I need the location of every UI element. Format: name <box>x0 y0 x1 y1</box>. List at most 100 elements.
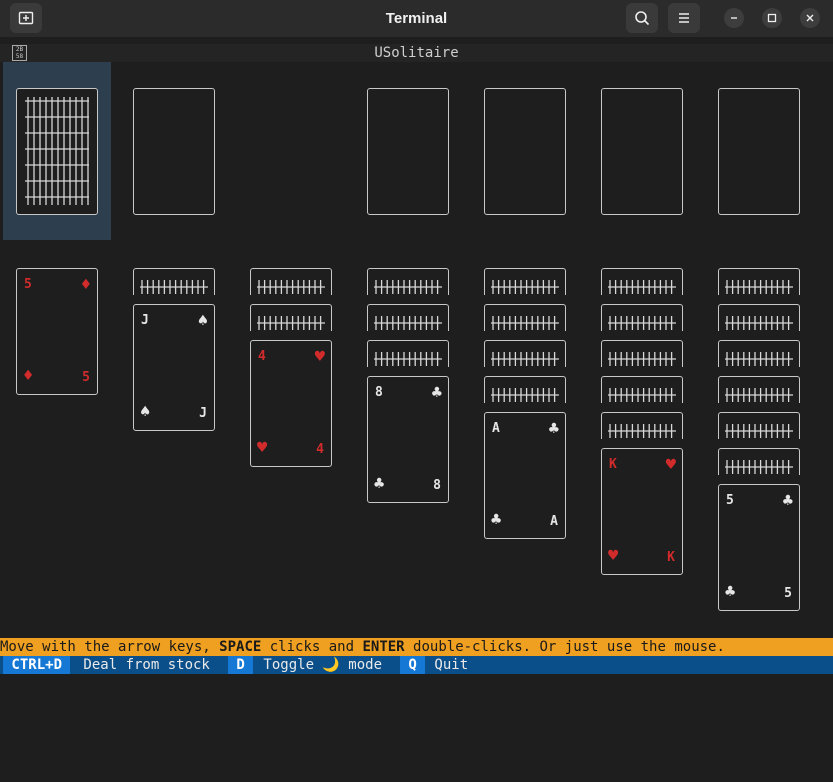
card-back-pattern <box>491 316 559 330</box>
close-button[interactable] <box>800 8 820 28</box>
face-down-card[interactable] <box>484 268 566 295</box>
card-back-pattern <box>725 316 793 330</box>
maximize-icon <box>767 13 777 23</box>
foundation-1[interactable] <box>367 88 449 215</box>
tableau-card-3[interactable]: 4 ♥ ♥ 4 <box>250 340 332 467</box>
hint-text-3: double-clicks. Or just use the mouse. <box>404 639 725 655</box>
stock-pile[interactable] <box>16 88 98 215</box>
hamburger-icon <box>679 13 689 23</box>
card-back-pattern <box>374 316 442 330</box>
card-back-pattern <box>608 352 676 366</box>
search-icon <box>635 11 650 26</box>
card-back-pattern <box>491 280 559 294</box>
search-button[interactable] <box>626 3 658 33</box>
card-back-pattern <box>608 424 676 438</box>
app-title: USolitaire <box>374 45 459 61</box>
card-back-pattern <box>725 352 793 366</box>
face-down-card[interactable] <box>250 304 332 331</box>
card-rank: J <box>141 313 149 328</box>
tableau-card-6[interactable]: K ♥ ♥ K <box>601 448 683 575</box>
face-down-card[interactable] <box>718 412 800 439</box>
card-suit: ♦ <box>23 366 34 386</box>
card-suit: ♠ <box>140 402 151 422</box>
face-down-card[interactable] <box>718 268 800 295</box>
foundation-2[interactable] <box>484 88 566 215</box>
card-suit: ♠ <box>197 311 208 331</box>
face-down-card[interactable] <box>484 376 566 403</box>
face-down-card[interactable] <box>367 304 449 331</box>
card-back-pattern <box>374 352 442 366</box>
card-rank: A <box>492 421 500 436</box>
minimize-icon <box>731 17 737 19</box>
hint-text-2: clicks and <box>261 639 363 655</box>
face-down-card[interactable] <box>367 268 449 295</box>
face-down-card[interactable] <box>484 304 566 331</box>
card-rank: 8 <box>433 478 441 493</box>
face-down-card[interactable] <box>601 268 683 295</box>
card-suit: ♥ <box>257 438 268 458</box>
card-rank: K <box>667 550 675 565</box>
card-suit: ♣ <box>725 582 736 602</box>
card-back-pattern <box>25 97 89 205</box>
key-q[interactable]: Q <box>400 656 426 674</box>
window-titlebar: Terminal <box>0 0 833 37</box>
face-down-card[interactable] <box>484 340 566 367</box>
card-back-pattern <box>257 280 325 294</box>
card-suit: ♣ <box>782 491 793 511</box>
face-down-card[interactable] <box>718 376 800 403</box>
face-down-card[interactable] <box>601 412 683 439</box>
card-suit: ♦ <box>80 275 91 295</box>
face-down-card[interactable] <box>718 340 800 367</box>
menu-button[interactable] <box>668 3 700 33</box>
hint-key-enter: ENTER <box>362 639 405 655</box>
face-down-card[interactable] <box>250 268 332 295</box>
app-header: 2B 58 USolitaire <box>0 44 833 62</box>
action-toggle-mode[interactable]: Toggle 🌙 mode <box>255 656 390 674</box>
card-back-pattern <box>725 388 793 402</box>
foundation-3[interactable] <box>601 88 683 215</box>
key-ctrl-d[interactable]: CTRL+D <box>3 656 71 674</box>
waste-pile[interactable] <box>133 88 215 215</box>
hint-key-space: SPACE <box>219 639 262 655</box>
tableau-card-7[interactable]: 5 ♣ ♣ 5 <box>718 484 800 611</box>
key-d[interactable]: D <box>228 656 254 674</box>
face-down-card[interactable] <box>601 340 683 367</box>
card-rank: 5 <box>726 493 734 508</box>
card-rank: 5 <box>24 277 32 292</box>
card-suit: ♥ <box>314 347 325 367</box>
card-suit: ♥ <box>665 455 676 475</box>
card-back-pattern <box>608 388 676 402</box>
foundation-4[interactable] <box>718 88 800 215</box>
key-bar: CTRL+D Deal from stock D Toggle 🌙 mode Q… <box>0 656 833 674</box>
face-down-card[interactable] <box>133 268 215 295</box>
tableau-card-4[interactable]: 8 ♣ ♣ 8 <box>367 376 449 503</box>
maximize-button[interactable] <box>762 8 782 28</box>
face-down-card[interactable] <box>718 304 800 331</box>
card-back-pattern <box>374 280 442 294</box>
card-back-pattern <box>725 460 793 474</box>
tableau-card-2[interactable]: J ♠ ♠ J <box>133 304 215 431</box>
card-rank: 5 <box>82 370 90 385</box>
card-rank: 4 <box>258 349 266 364</box>
card-suit: ♣ <box>431 383 442 403</box>
action-deal-from-stock[interactable]: Deal from stock <box>75 656 218 674</box>
hint-bar: Move with the arrow keys, SPACE clicks a… <box>0 638 833 656</box>
face-down-card[interactable] <box>601 376 683 403</box>
minimize-button[interactable] <box>724 8 744 28</box>
card-rank: 5 <box>784 586 792 601</box>
card-suit: ♥ <box>608 546 619 566</box>
face-down-card[interactable] <box>601 304 683 331</box>
card-rank: J <box>199 406 207 421</box>
card-back-pattern <box>608 316 676 330</box>
tableau-card-5[interactable]: A ♣ ♣ A <box>484 412 566 539</box>
face-down-card[interactable] <box>718 448 800 475</box>
face-down-card[interactable] <box>367 340 449 367</box>
tableau-card-1[interactable]: 5 ♦ ♦ 5 <box>16 268 98 395</box>
card-back-pattern <box>491 352 559 366</box>
card-back-pattern <box>257 316 325 330</box>
card-back-pattern <box>725 280 793 294</box>
card-suit: ♣ <box>374 474 385 494</box>
card-back-pattern <box>608 280 676 294</box>
card-rank: A <box>550 514 558 529</box>
action-quit[interactable]: Quit <box>426 656 477 674</box>
